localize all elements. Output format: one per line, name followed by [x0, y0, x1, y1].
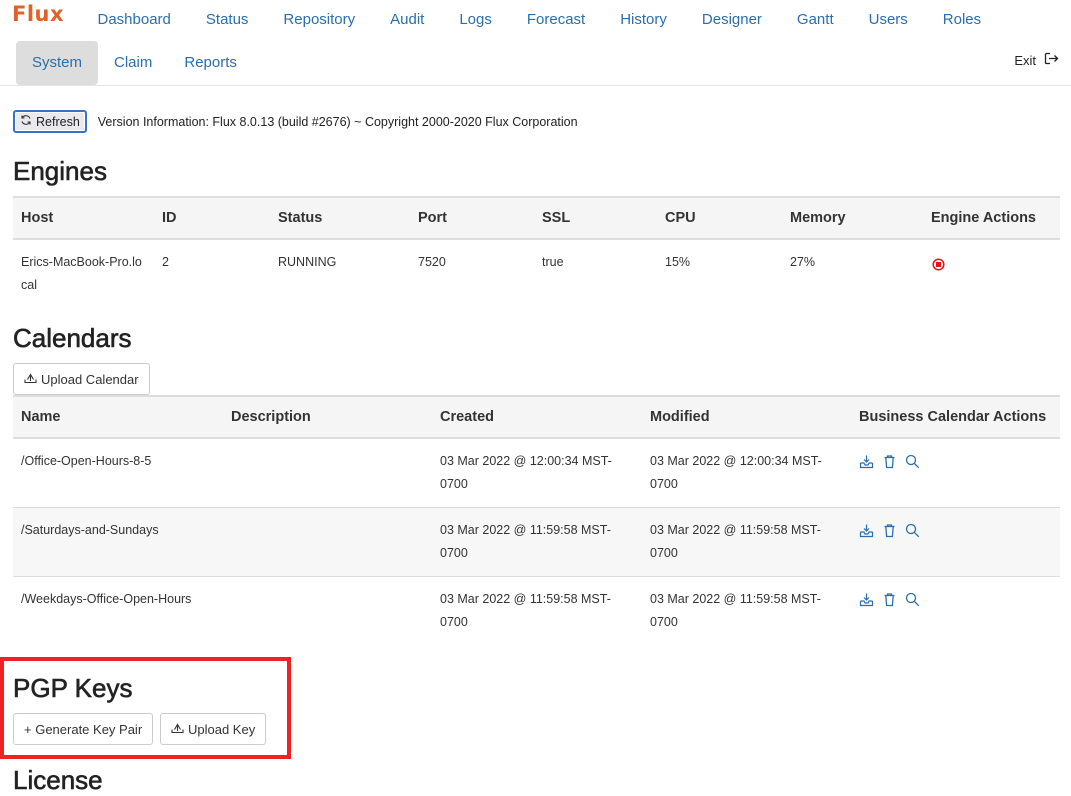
col-ssl: SSL	[534, 196, 657, 240]
trash-icon[interactable]	[882, 523, 897, 538]
engine-row: Erics-MacBook-Pro.local 2 RUNNING 7520 t…	[13, 239, 1060, 308]
stop-circle-icon[interactable]	[932, 256, 945, 279]
calendar-actions	[851, 438, 1060, 508]
calendar-modified: 03 Mar 2022 @ 12:00:34 MST-0700	[642, 438, 851, 508]
col-cpu: CPU	[657, 196, 782, 240]
search-icon[interactable]	[905, 592, 920, 607]
calendar-row: /Weekdays-Office-Open-Hours 03 Mar 2022 …	[13, 577, 1060, 646]
calendar-description	[223, 507, 432, 577]
nav-audit[interactable]: Audit	[373, 0, 442, 40]
upload-calendar-label: Upload Calendar	[41, 371, 139, 387]
calendars-heading: Calendars	[13, 323, 132, 354]
refresh-icon	[20, 114, 32, 129]
upload-icon	[171, 722, 184, 737]
calendar-row: /Saturdays-and-Sundays 03 Mar 2022 @ 11:…	[13, 507, 1060, 577]
search-icon[interactable]	[905, 523, 920, 538]
top-navbar: Flux Dashboard Status Repository Audit L…	[0, 0, 1071, 86]
nav-logs[interactable]: Logs	[442, 0, 510, 40]
trash-icon[interactable]	[882, 454, 897, 469]
calendar-name: /Saturdays-and-Sundays	[13, 507, 223, 577]
flux-logo: Flux	[12, 2, 65, 26]
nav-history[interactable]: History	[603, 0, 685, 40]
nav-system[interactable]: System	[16, 41, 99, 85]
download-icon[interactable]	[859, 454, 874, 469]
col-id: ID	[154, 196, 270, 240]
version-info: Version Information: Flux 8.0.13 (build …	[97, 114, 578, 129]
calendar-actions	[851, 577, 1060, 646]
engine-port: 7520	[418, 255, 446, 269]
nav-repository[interactable]: Repository	[266, 0, 373, 40]
nav-claim[interactable]: Claim	[98, 41, 168, 85]
primary-nav: Dashboard Status Repository Audit Logs F…	[80, 0, 999, 40]
calendar-created: 03 Mar 2022 @ 12:00:34 MST-0700	[432, 438, 642, 508]
nav-users[interactable]: Users	[851, 0, 925, 40]
calendar-name: /Weekdays-Office-Open-Hours	[21, 592, 192, 606]
refresh-button[interactable]: Refresh	[13, 110, 87, 133]
exit-label: Exit	[1014, 52, 1036, 68]
nav-dashboard[interactable]: Dashboard	[80, 0, 188, 40]
engine-ssl: true	[542, 255, 564, 269]
engine-actions-cell	[923, 239, 1060, 308]
engine-id: 2	[162, 255, 169, 269]
engine-memory: 27%	[790, 255, 816, 269]
upload-key-label: Upload Key	[188, 721, 256, 737]
nav-reports[interactable]: Reports	[168, 41, 253, 85]
calendar-row: /Office-Open-Hours-8-5 03 Mar 2022 @ 12:…	[13, 438, 1060, 508]
col-name: Name	[13, 395, 223, 439]
engine-host: Erics-MacBook-Pro.local	[21, 255, 142, 292]
col-created: Created	[432, 395, 642, 439]
download-icon[interactable]	[859, 523, 874, 538]
calendar-name: /Office-Open-Hours-8-5	[13, 438, 223, 508]
calendar-created: 03 Mar 2022 @ 11:59:58 MST-0700	[432, 507, 642, 577]
col-memory: Memory	[782, 196, 923, 240]
upload-calendar-button[interactable]: Upload Calendar	[13, 363, 150, 395]
engines-header-row: Host ID Status Port SSL CPU Memory Engin…	[13, 196, 1060, 240]
col-calendar-actions: Business Calendar Actions	[851, 395, 1060, 439]
calendars-header-row: Name Description Created Modified Busine…	[13, 395, 1060, 439]
generate-key-pair-label: + Generate Key Pair	[24, 721, 143, 737]
exit-link[interactable]: Exit	[1014, 52, 1059, 68]
nav-status[interactable]: Status	[188, 0, 266, 40]
calendar-modified: 03 Mar 2022 @ 11:59:58 MST-0700	[650, 592, 821, 629]
col-port: Port	[410, 196, 534, 240]
calendar-actions	[851, 507, 1060, 577]
search-icon[interactable]	[905, 454, 920, 469]
license-heading: License	[13, 765, 103, 796]
download-icon[interactable]	[859, 592, 874, 607]
col-modified: Modified	[642, 395, 851, 439]
upload-icon	[24, 372, 37, 387]
upload-key-button[interactable]: Upload Key	[160, 713, 267, 745]
col-description: Description	[223, 395, 432, 439]
calendar-modified: 03 Mar 2022 @ 11:59:58 MST-0700	[642, 507, 851, 577]
col-engine-actions: Engine Actions	[923, 196, 1060, 240]
calendar-description	[223, 577, 432, 646]
refresh-label: Refresh	[36, 114, 80, 129]
calendars-table: Name Description Created Modified Busine…	[13, 395, 1060, 645]
nav-gantt[interactable]: Gantt	[779, 0, 851, 40]
trash-icon[interactable]	[882, 592, 897, 607]
engines-table: Host ID Status Port SSL CPU Memory Engin…	[13, 196, 1060, 308]
nav-forecast[interactable]: Forecast	[509, 0, 602, 40]
calendar-created: 03 Mar 2022 @ 11:59:58 MST-0700	[440, 592, 611, 629]
col-status: Status	[270, 196, 410, 240]
calendar-description	[223, 438, 432, 508]
col-host: Host	[13, 196, 154, 240]
pgp-keys-heading: PGP Keys	[13, 673, 133, 704]
version-row: Refresh Version Information: Flux 8.0.13…	[13, 110, 578, 133]
engine-status: RUNNING	[278, 255, 337, 269]
engine-cpu: 15%	[665, 255, 691, 269]
nav-roles[interactable]: Roles	[925, 0, 998, 40]
nav-designer[interactable]: Designer	[684, 0, 779, 40]
sign-out-icon	[1044, 52, 1059, 68]
engines-heading: Engines	[13, 156, 108, 187]
generate-key-pair-button[interactable]: + Generate Key Pair	[13, 713, 154, 745]
secondary-nav: System Claim Reports	[16, 41, 253, 85]
